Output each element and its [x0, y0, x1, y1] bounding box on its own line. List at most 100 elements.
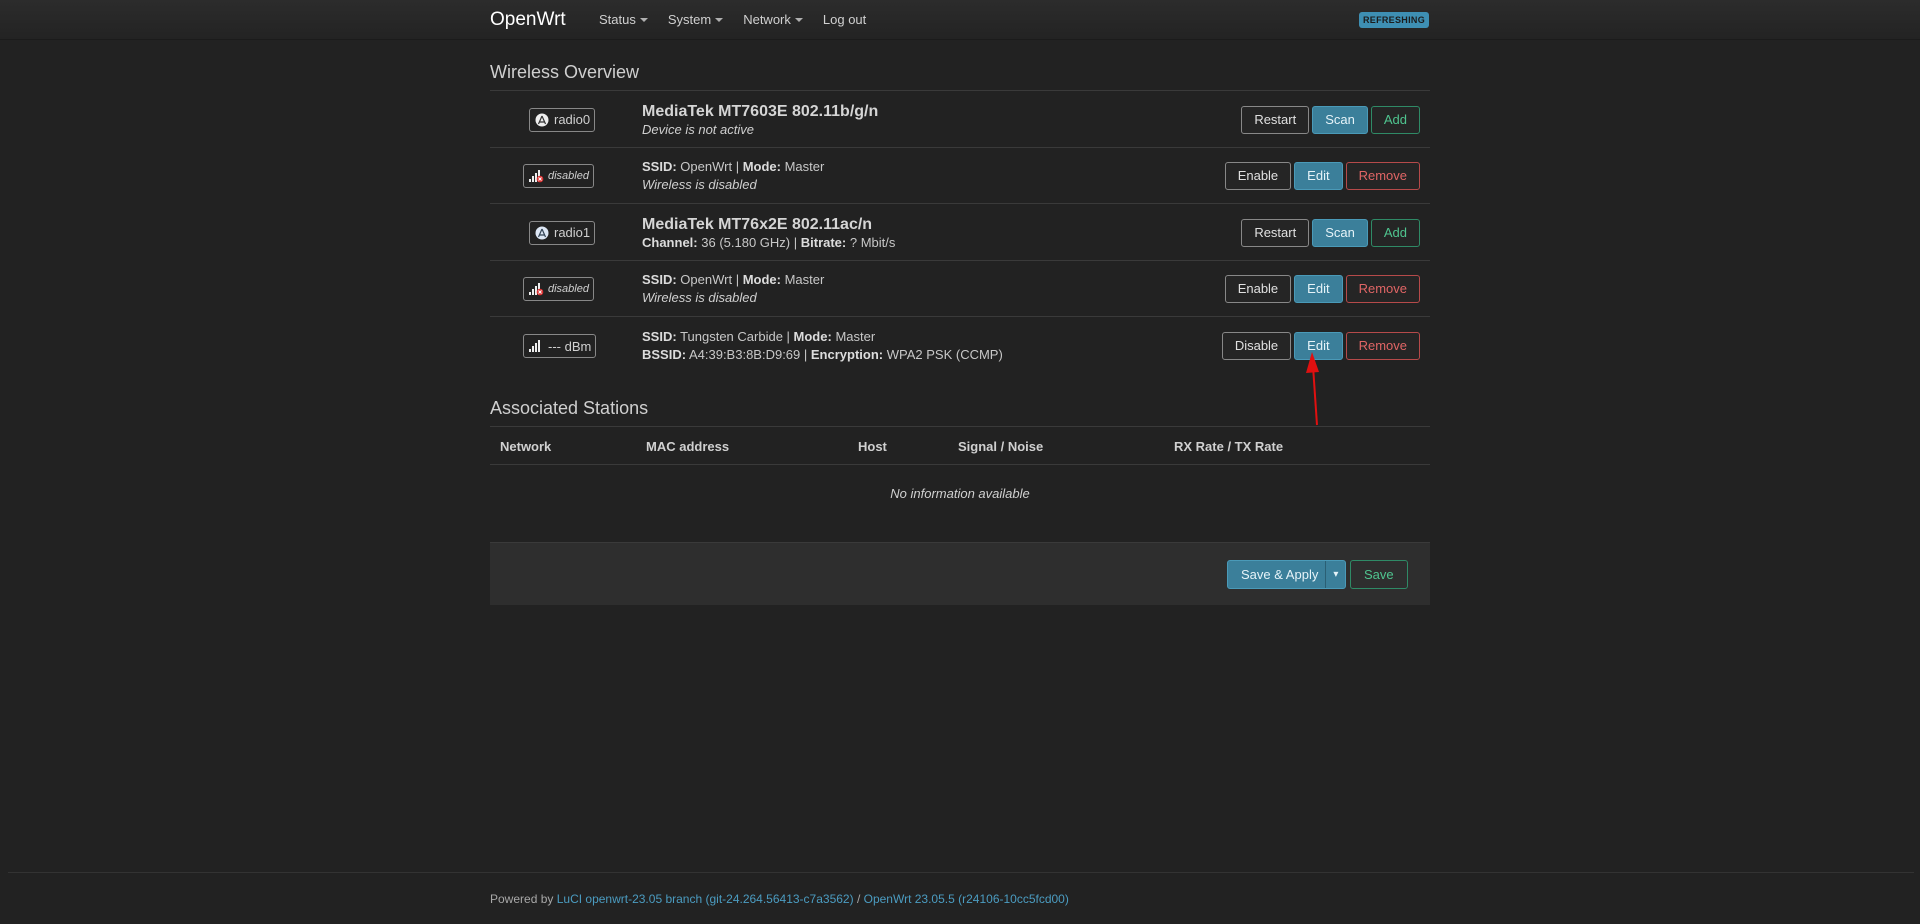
iface-info: SSID: OpenWrt | Mode: Master Wireless is…	[642, 272, 825, 305]
restart-button[interactable]: Restart	[1241, 105, 1310, 134]
radio-badge: radio1	[529, 220, 596, 245]
ssid-value: Tungsten Carbide	[680, 329, 783, 344]
bitrate-value: ? Mbit/s	[849, 235, 896, 250]
edit-button[interactable]: Edit	[1294, 274, 1343, 303]
menu-network[interactable]: Network	[743, 12, 803, 27]
menu-system[interactable]: System	[667, 12, 724, 27]
iface-status-label: disabled	[548, 282, 589, 295]
scan-button[interactable]: Scan	[1312, 105, 1368, 134]
col-rx-tx-rate: RX Rate / TX Rate	[1174, 438, 1284, 454]
edit-button[interactable]: Edit	[1294, 332, 1343, 360]
remove-button[interactable]: Remove	[1345, 332, 1420, 360]
row-actions: Restart Scan Add	[1238, 218, 1420, 247]
menu-network-label: Network	[743, 12, 791, 27]
stations-empty-text: No information available	[890, 486, 1030, 501]
row-actions: Enable Edit Remove	[1222, 274, 1420, 303]
openwrt-version-link[interactable]: OpenWrt 23.05.5 (r24106-10cc5fcd00)	[864, 892, 1069, 906]
page-footer: Powered by LuCI openwrt-23.05 branch (gi…	[490, 892, 1069, 906]
row-actions: Enable Edit Remove	[1222, 161, 1420, 190]
signal-disabled-icon	[528, 281, 544, 297]
edit-button[interactable]: Edit	[1294, 161, 1343, 190]
form-action-bar: Save & Apply ▾ Save	[490, 542, 1430, 605]
refreshing-badge[interactable]: REFRESHING	[1359, 12, 1429, 28]
col-signal-noise: Signal / Noise	[958, 438, 1044, 454]
menu-status-label: Status	[599, 12, 636, 27]
main-menu: Status System Network Log out	[599, 12, 886, 27]
mode-label: Mode:	[742, 272, 781, 287]
iface-signal-badge: --- dBm	[523, 334, 597, 358]
signal-strength-icon	[528, 338, 544, 354]
caret-down-icon	[794, 17, 803, 22]
save-apply-button[interactable]: Save & Apply	[1228, 561, 1325, 588]
ssid-label: SSID:	[642, 272, 677, 287]
row-actions: Disable Edit Remove	[1219, 332, 1420, 360]
caret-down-icon	[639, 17, 648, 22]
wifi-iface-row-3: disabled SSID: OpenWrt | Mode: Master Wi…	[490, 261, 1430, 317]
device-title: MediaTek MT76x2E 802.11ac/n	[642, 216, 873, 233]
footer-divider	[8, 872, 1914, 873]
restart-button[interactable]: Restart	[1241, 218, 1310, 247]
footer-separator: /	[856, 892, 861, 906]
iface-info: SSID: OpenWrt | Mode: Master Wireless is…	[642, 159, 825, 192]
bssid-label: BSSID:	[642, 347, 687, 362]
remove-button[interactable]: Remove	[1345, 161, 1420, 190]
brand-logo[interactable]: OpenWrt	[490, 9, 566, 31]
device-title: MediaTek MT7603E 802.11b/g/n	[642, 103, 879, 120]
radio-badge-label: radio0	[554, 112, 591, 127]
wifi-iface-row-1: disabled SSID: OpenWrt | Mode: Master Wi…	[490, 148, 1430, 204]
associated-stations-title: Associated Stations	[490, 398, 1430, 427]
luci-version-link[interactable]: LuCI openwrt-23.05 branch (git-24.264.56…	[557, 892, 854, 906]
save-apply-split-button: Save & Apply ▾	[1227, 560, 1347, 589]
ssid-value: OpenWrt	[680, 272, 733, 287]
radio-badge-label: radio1	[554, 225, 591, 240]
iface-status-badge: disabled	[523, 276, 594, 301]
ssid-label: SSID:	[642, 159, 677, 174]
signal-disabled-icon	[528, 168, 544, 184]
caret-down-icon	[715, 17, 724, 22]
save-apply-dropdown-icon[interactable]: ▾	[1325, 561, 1345, 588]
footer-powered-by: Powered by	[490, 892, 554, 906]
stations-table-header: Network MAC address Host Signal / Noise …	[490, 428, 1430, 465]
mode-value: Master	[784, 272, 825, 287]
wifi-radio-icon	[534, 225, 550, 241]
menu-status[interactable]: Status	[599, 12, 648, 27]
mode-label: Mode:	[793, 329, 832, 344]
mode-label: Mode:	[742, 159, 781, 174]
col-network: Network	[500, 438, 552, 454]
ssid-value: OpenWrt	[680, 159, 733, 174]
wifi-iface-row-4: --- dBm SSID: Tungsten Carbide | Mode: M…	[490, 318, 1430, 374]
iface-info: SSID: Tungsten Carbide | Mode: Master BS…	[642, 329, 1003, 362]
top-bar: OpenWrt Status System Network Log out RE…	[0, 0, 1920, 40]
radio-badge: radio0	[529, 107, 596, 132]
menu-system-label: System	[667, 12, 712, 27]
signal-value: --- dBm	[548, 338, 592, 354]
wifi-device-row-radio0: radio0 MediaTek MT7603E 802.11b/g/n Devi…	[490, 92, 1430, 148]
iface-status-text: Wireless is disabled	[642, 290, 757, 305]
device-status: Device is not active	[642, 122, 754, 137]
menu-logout[interactable]: Log out	[823, 12, 866, 27]
bssid-value: A4:39:B3:8B:D9:69	[688, 347, 801, 362]
ssid-label: SSID:	[642, 329, 677, 344]
remove-button[interactable]: Remove	[1345, 274, 1420, 303]
wifi-radio-icon	[534, 112, 550, 128]
save-button[interactable]: Save	[1350, 560, 1408, 589]
encryption-label: Encryption:	[810, 347, 884, 362]
mode-value: Master	[784, 159, 825, 174]
menu-logout-label: Log out	[822, 12, 867, 27]
scan-button[interactable]: Scan	[1312, 218, 1368, 247]
enable-button[interactable]: Enable	[1224, 161, 1292, 190]
bitrate-label: Bitrate:	[800, 235, 847, 250]
channel-value: 36 (5.180 GHz)	[701, 235, 791, 250]
wifi-device-row-radio1: radio1 MediaTek MT76x2E 802.11ac/n Chann…	[490, 205, 1430, 261]
disable-button[interactable]: Disable	[1221, 332, 1292, 360]
iface-status-badge: disabled	[523, 163, 594, 188]
col-mac-address: MAC address	[646, 438, 730, 454]
iface-status-text: Wireless is disabled	[642, 177, 757, 192]
encryption-value: WPA2 PSK (CCMP)	[886, 347, 1003, 362]
enable-button[interactable]: Enable	[1224, 274, 1292, 303]
add-button[interactable]: Add	[1370, 105, 1420, 134]
mode-value: Master	[835, 329, 876, 344]
col-host: Host	[858, 438, 887, 454]
wireless-overview-title: Wireless Overview	[490, 62, 1430, 91]
add-button[interactable]: Add	[1370, 218, 1420, 247]
